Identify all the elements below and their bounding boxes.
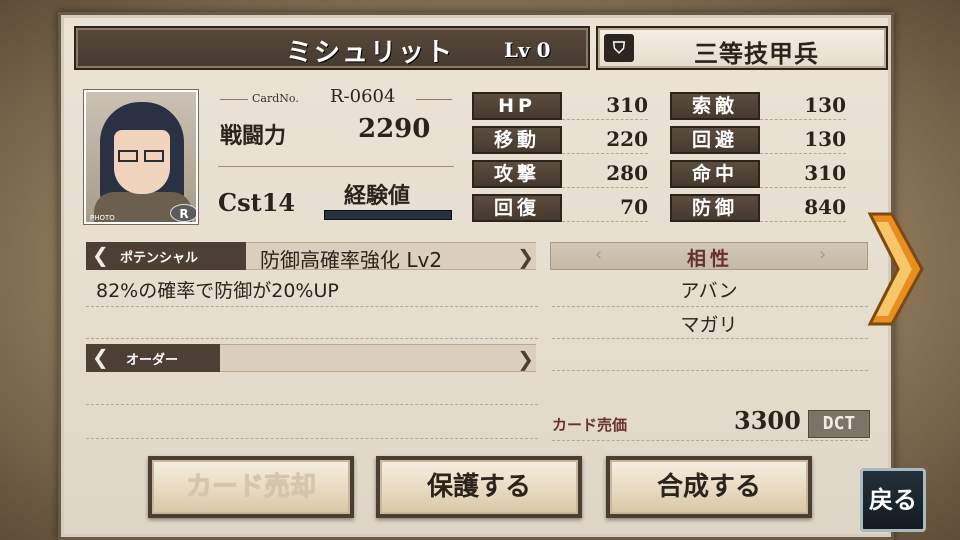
cost-label: Cst14: [218, 188, 296, 217]
portrait-caption: PHOTO: [90, 214, 115, 222]
order-tag: ❮ オーダー: [86, 344, 220, 372]
stat-label-hp: HP: [472, 92, 562, 120]
exp-label: 経験値: [344, 184, 411, 209]
order-name-bar: ❯: [220, 344, 536, 372]
divider: [552, 306, 868, 307]
card-no-value: R-0604: [330, 86, 396, 107]
card-no-label: CardNo.: [252, 92, 299, 105]
shield-icon: ⛉: [604, 34, 634, 62]
stat-value-defense: 840: [760, 192, 846, 222]
potential-tag-label: ポテンシャル: [120, 251, 199, 266]
stat-label-evasion: 回避: [670, 126, 760, 154]
combine-button[interactable]: 合成する: [606, 456, 812, 518]
divider: [552, 370, 868, 371]
stat-value-hp: 310: [562, 90, 648, 120]
exp-progress-bar: [324, 210, 452, 220]
affinity-header: ‹ 相性 ›: [550, 242, 868, 270]
potential-name-bar: 防御高確率強化 Lv2 ❯: [246, 242, 536, 272]
portrait-face: [114, 130, 170, 194]
potential-description: 82%の確率で防御が20%UP: [96, 280, 339, 302]
bracket-right-icon: ›: [819, 244, 827, 265]
rank-label: 三等技甲兵: [694, 40, 819, 68]
stat-label-recovery: 回復: [472, 194, 562, 222]
character-portrait[interactable]: PHOTO R: [84, 90, 198, 224]
stat-label-defense: 防御: [670, 194, 760, 222]
stat-value-recovery: 70: [562, 192, 648, 222]
potential-name: 防御高確率強化 Lv2: [260, 248, 443, 272]
affinity-item: マガリ: [680, 314, 738, 336]
divider: [86, 404, 538, 405]
rank-bar: ⛉ 三等技甲兵: [596, 26, 888, 70]
rarity-badge: R: [170, 204, 196, 222]
stat-value-move: 220: [562, 124, 648, 154]
protect-button[interactable]: 保護する: [376, 456, 582, 518]
affinity-title: 相性: [687, 248, 734, 270]
chevron-left-icon: ❮: [92, 345, 109, 369]
stat-label-search: 索敵: [670, 92, 760, 120]
order-tag-label: オーダー: [126, 353, 179, 368]
character-name: ミシュリット: [286, 38, 455, 68]
stat-label-attack: 攻撃: [472, 160, 562, 188]
affinity-item: アバン: [680, 280, 738, 302]
chevron-left-icon: ❮: [92, 243, 109, 267]
divider: [552, 440, 868, 441]
stat-value-attack: 280: [562, 158, 648, 188]
divider: [86, 306, 538, 307]
stat-value-search: 130: [760, 90, 846, 120]
divider: [86, 338, 538, 339]
portrait-glasses-right: [144, 150, 164, 162]
potential-tag: ❮ ポテンシャル: [86, 242, 246, 270]
level-label: Lv 0: [504, 38, 551, 62]
chevron-right-icon: ❯: [517, 245, 534, 269]
power-value: 2290: [358, 114, 431, 144]
divider: [552, 338, 868, 339]
stat-value-accuracy: 310: [760, 158, 846, 188]
currency-unit: DCT: [808, 410, 870, 438]
divider: [220, 99, 248, 100]
name-bar: ミシュリット Lv 0: [74, 26, 590, 70]
sell-price-label: カード売価: [552, 416, 628, 434]
power-label: 戦闘力: [220, 124, 287, 149]
stat-label-move: 移動: [472, 126, 562, 154]
divider: [218, 166, 454, 167]
stat-label-accuracy: 命中: [670, 160, 760, 188]
sell-price-value: 3300: [734, 406, 801, 435]
stat-value-evasion: 130: [760, 124, 846, 154]
next-arrow-icon[interactable]: [866, 210, 924, 328]
portrait-glasses-left: [118, 150, 138, 162]
sell-card-button[interactable]: カード売却: [148, 456, 354, 518]
bracket-left-icon: ‹: [595, 244, 603, 265]
divider: [416, 99, 452, 100]
chevron-right-icon: ❯: [517, 347, 534, 371]
back-button[interactable]: 戻る: [860, 468, 926, 532]
divider: [86, 438, 538, 439]
